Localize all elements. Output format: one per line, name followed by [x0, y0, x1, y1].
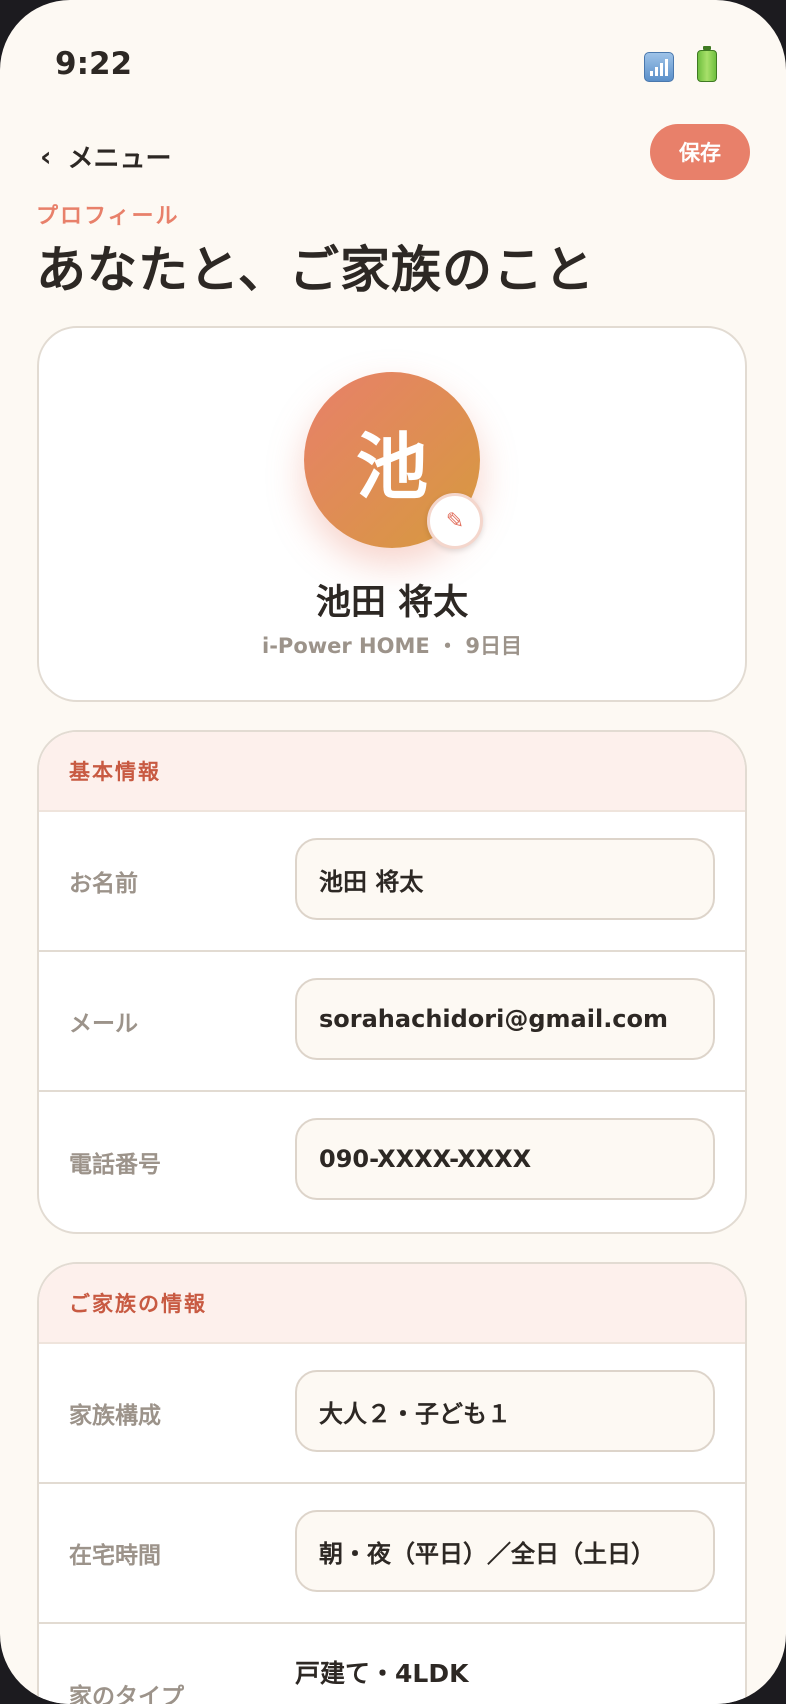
- email-input[interactable]: sorahachidori@gmail.com: [295, 978, 715, 1060]
- home-hours-input[interactable]: 朝・夜（平日）／全日（土日）: [295, 1510, 715, 1592]
- phone-screen: 9:22 ‹ メニュー 保存 プロフィール あなたと、ご家族のこと 池 ✎ 池田…: [0, 0, 786, 1704]
- page-title: あなたと、ご家族のこと: [36, 241, 595, 299]
- basic-info-card: 基本情報 お名前 池田 将太 メール sorahachidori@gmail.c…: [37, 730, 747, 1234]
- page-eyebrow: プロフィール: [36, 204, 180, 229]
- family-composition-input[interactable]: 大人２・子ども１: [295, 1370, 715, 1452]
- edit-avatar-button[interactable]: ✎: [427, 493, 483, 549]
- signal-icon: [644, 52, 674, 82]
- profile-card: 池 ✎ 池田 将太 i-Power HOME ・ 9日目: [37, 326, 747, 702]
- family-info-card: ご家族の情報 家族構成 大人２・子ども１ 在宅時間 朝・夜（平日）／全日（土日）…: [37, 1262, 747, 1704]
- house-type-value[interactable]: 戸建て・4LDK: [295, 1654, 468, 1690]
- back-label: メニュー: [67, 143, 172, 174]
- battery-icon: [697, 46, 717, 82]
- avatar-letter: 池: [355, 424, 428, 509]
- section-header: 基本情報: [39, 732, 745, 812]
- field-label: 電話番号: [69, 1152, 161, 1178]
- field-label: 家のタイプ: [69, 1684, 184, 1704]
- field-row-home-hours: 在宅時間 朝・夜（平日）／全日（土日）: [39, 1484, 745, 1624]
- field-label: 家族構成: [69, 1403, 161, 1429]
- back-button[interactable]: ‹ メニュー: [40, 134, 172, 178]
- status-time: 9:22: [55, 46, 133, 82]
- field-row-phone: 電話番号 090-XXXX-XXXX: [39, 1092, 745, 1232]
- section-title-family: ご家族の情報: [69, 1292, 207, 1316]
- field-label: お名前: [69, 871, 138, 897]
- pencil-icon: ✎: [445, 508, 465, 534]
- field-label: 在宅時間: [69, 1543, 161, 1569]
- field-row-email: メール sorahachidori@gmail.com: [39, 952, 745, 1092]
- phone-input[interactable]: 090-XXXX-XXXX: [295, 1118, 715, 1200]
- top-nav: ‹ メニュー 保存: [0, 120, 786, 190]
- field-label: メール: [69, 1011, 138, 1037]
- profile-meta: i-Power HOME ・ 9日目: [262, 634, 522, 658]
- field-row-family-composition: 家族構成 大人２・子ども１: [39, 1344, 745, 1484]
- name-input[interactable]: 池田 将太: [295, 838, 715, 920]
- status-bar: 9:22: [0, 0, 786, 120]
- section-header: ご家族の情報: [39, 1264, 745, 1344]
- chevron-left-icon: ‹: [40, 139, 52, 173]
- profile-name: 池田 将太: [315, 583, 469, 623]
- save-button[interactable]: 保存: [650, 124, 750, 180]
- field-row-name: お名前 池田 将太: [39, 812, 745, 952]
- section-title-basic: 基本情報: [69, 760, 161, 784]
- field-row-house-type: 家のタイプ 戸建て・4LDK: [39, 1624, 745, 1704]
